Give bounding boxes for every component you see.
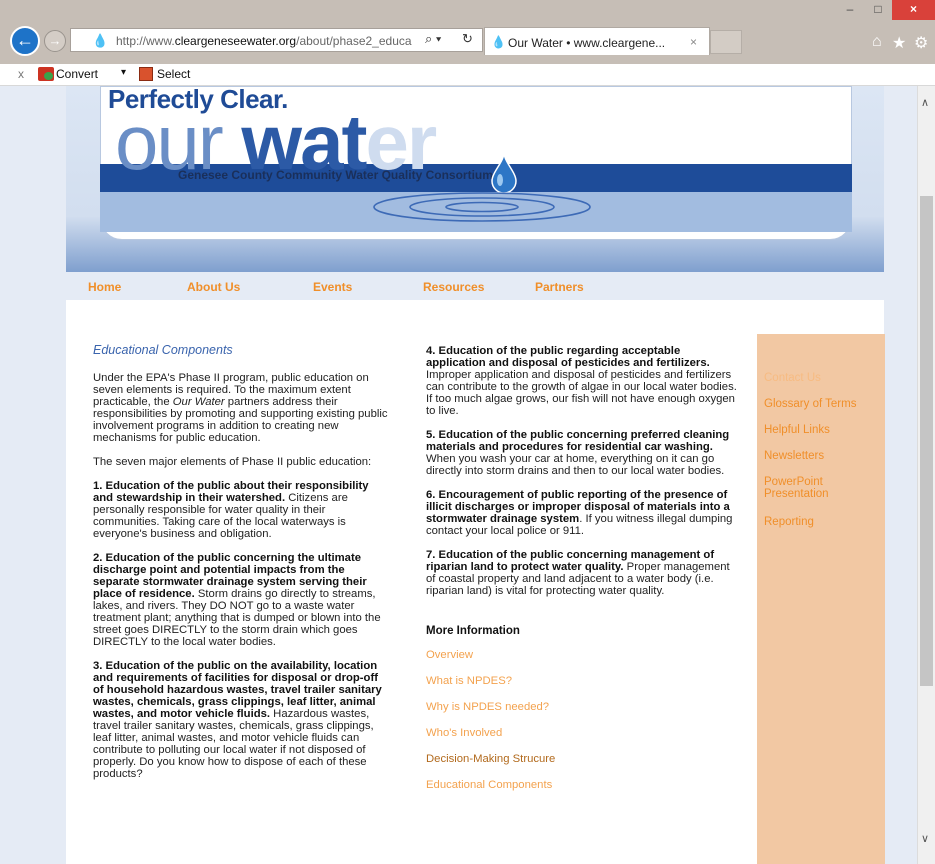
gear-icon[interactable]: ⚙ (914, 33, 928, 53)
sidebar-item-contact-us[interactable]: Contact Us (764, 372, 821, 384)
nav-partners[interactable]: Partners (535, 280, 584, 294)
site-favicon-icon: 💧 (92, 33, 109, 48)
more-link-why-npdes[interactable]: Why is NPDES needed? (426, 701, 739, 713)
more-link-whos-involved[interactable]: Who's Involved (426, 727, 739, 739)
sidebar-item-newsletters[interactable]: Newsletters (764, 450, 864, 462)
sidebar-item-helpful-links[interactable]: Helpful Links (764, 424, 830, 436)
new-tab-button[interactable] (710, 30, 742, 54)
select-pdf-icon[interactable] (139, 67, 153, 81)
more-link-overview[interactable]: Overview (426, 649, 739, 661)
search-dropdown-icon[interactable]: ⌕ ▾ (425, 31, 441, 47)
more-link-what-is-npdes[interactable]: What is NPDES? (426, 675, 739, 687)
convert-pdf-icon[interactable] (38, 67, 54, 81)
convert-button[interactable]: Convert (56, 67, 98, 81)
element-1: 1. Education of the public about their r… (93, 480, 369, 540)
maximize-button[interactable]: □ (864, 0, 892, 20)
element-3: 3. Education of the public on the availa… (93, 660, 382, 780)
sidebar-item-powerpoint[interactable]: PowerPoint Presentation (764, 476, 844, 500)
more-link-decision-making[interactable]: Decision-Making Strucure (426, 753, 739, 765)
nav-home[interactable]: Home (88, 280, 121, 294)
close-toolbar-icon[interactable]: x (18, 67, 24, 81)
scrollbar-thumb[interactable] (920, 196, 933, 686)
more-info-heading: More Information (426, 625, 520, 637)
url-domain: cleargeneseewater.org (174, 34, 297, 48)
page-viewport: Perfectly Clear. our water Genesee Count… (0, 86, 917, 864)
content-column-2: 4. Education of the public regarding acc… (426, 345, 739, 805)
element-7: 7. Education of the public concerning ma… (426, 549, 730, 597)
address-url[interactable]: http://www.cleargeneseewater.org/about/p… (116, 34, 454, 48)
page-title: Educational Components (93, 343, 233, 357)
refresh-icon[interactable]: ↻ (462, 31, 473, 47)
nav-about-us[interactable]: About Us (187, 280, 240, 294)
intro-paragraph: Under the EPA's Phase II program, public… (93, 372, 388, 444)
close-window-button[interactable]: × (892, 0, 935, 20)
tab-favicon-icon: 💧 (491, 35, 506, 49)
elements-lead: The seven major elements of Phase II pub… (93, 456, 372, 468)
home-icon[interactable]: ⌂ (872, 33, 882, 51)
tab-title[interactable]: Our Water • www.cleargene... (508, 36, 678, 50)
nav-resources[interactable]: Resources (423, 280, 484, 294)
more-link-educational-components[interactable]: Educational Components (426, 779, 739, 791)
element-2: 2. Education of the public concerning th… (93, 552, 381, 648)
select-button[interactable]: Select (157, 67, 190, 81)
chevron-down-icon[interactable]: ▾ (121, 67, 126, 78)
star-icon[interactable]: ★ (892, 33, 906, 53)
command-bar: x Convert ▾ Select (0, 64, 935, 86)
main-nav: Home About Us Events Resources Partners (66, 272, 884, 300)
sidebar-item-glossary[interactable]: Glossary of Terms (764, 398, 856, 410)
scroll-down-icon[interactable]: ∨ (921, 832, 929, 845)
element-5: 5. Education of the public concerning pr… (426, 429, 730, 477)
element-4: 4. Education of the public regarding acc… (426, 345, 737, 417)
water-drop-icon (491, 152, 517, 194)
forward-button[interactable]: → (44, 30, 66, 52)
back-button[interactable]: ← (10, 26, 40, 56)
nav-events[interactable]: Events (313, 280, 352, 294)
banner-subtitle: Genesee County Community Water Quality C… (178, 168, 493, 182)
element-6: 6. Encouragement of public reporting of … (426, 489, 733, 537)
sidebar-panel (757, 334, 885, 864)
scroll-up-icon[interactable]: ∧ (921, 96, 929, 109)
content-column-1: Educational Components Under the EPA's P… (93, 344, 391, 792)
tab-close-icon[interactable]: × (690, 35, 697, 49)
sidebar-item-reporting[interactable]: Reporting (764, 516, 814, 528)
ripple-graphic (373, 192, 591, 222)
minimize-button[interactable]: – (836, 0, 864, 20)
